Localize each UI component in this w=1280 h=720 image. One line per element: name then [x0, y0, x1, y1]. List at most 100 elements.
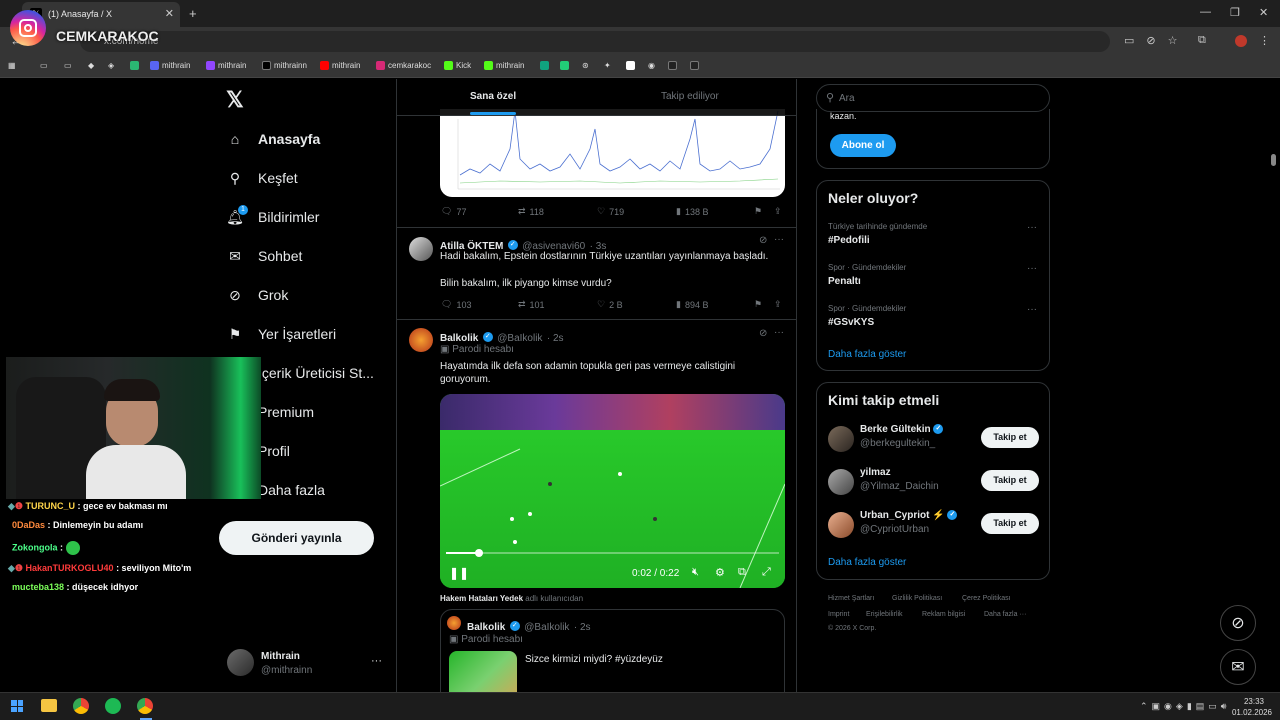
account-name[interactable]: Mithrain — [261, 651, 300, 662]
profile-avatar[interactable] — [1235, 35, 1247, 47]
extensions-icon[interactable]: ⧉ — [1198, 34, 1206, 47]
views-action[interactable]: ▮ 138 B — [676, 206, 708, 217]
bookmark-kick[interactable]: Kick — [444, 61, 471, 70]
nav-notifications[interactable]: 🔔︎ 1 Bildirimler — [226, 205, 319, 226]
bookmark-icon[interactable]: ✦ — [604, 61, 611, 70]
fullscreen-icon[interactable]: ⤢ — [762, 566, 771, 579]
address-bar[interactable]: x.com/home — [80, 31, 1110, 52]
suggested-user-name[interactable]: Berke Gültekin — [860, 424, 931, 435]
apps-icon[interactable]: ▦ — [8, 61, 16, 70]
account-menu-icon[interactable]: ··· — [371, 655, 382, 667]
bookmark-icon[interactable]: ◆ — [88, 61, 94, 70]
reply-action[interactable]: 🗨︎ 103 — [441, 299, 471, 310]
nav-bookmarks[interactable]: ⚑ Yer İşaretleri — [226, 325, 336, 343]
close-tab-icon[interactable]: ✕ — [165, 7, 174, 20]
trend-item[interactable]: Spor · Gündemdekiler Penaltı — [828, 263, 906, 287]
avatar[interactable] — [409, 328, 433, 352]
grok-icon[interactable]: ⊘ — [759, 328, 767, 339]
close-window-icon[interactable]: ✕ — [1259, 6, 1268, 19]
browser-tab[interactable]: 𝕏 (1) Anasayfa / X ✕ — [22, 2, 180, 27]
folder-icon[interactable]: ▭ — [40, 61, 48, 70]
bookmark-action-icon[interactable]: ⚑ — [754, 206, 762, 217]
bookmark-icon[interactable]: ◈ — [108, 61, 114, 70]
bookmark-icon[interactable] — [626, 61, 635, 70]
follow-button[interactable]: Takip et — [981, 427, 1039, 448]
author-handle[interactable]: @BaIkolik — [497, 333, 542, 344]
like-action[interactable]: ♡ 2 B — [597, 299, 623, 310]
share-icon[interactable]: ⇪ — [774, 299, 782, 310]
bookmark-icon[interactable] — [690, 61, 699, 70]
chrome-icon[interactable] — [73, 698, 89, 714]
footer-ads-info[interactable]: Reklam bilgisi — [922, 611, 965, 618]
bookmark-instagram[interactable]: cemkarakoc — [376, 61, 431, 70]
footer-more[interactable]: Daha fazla ··· — [984, 611, 1026, 618]
bookmark-icon[interactable] — [668, 61, 677, 70]
retweet-action[interactable]: ⇄ 118 — [518, 206, 544, 217]
footer-privacy[interactable]: Gizlilik Politikası — [892, 595, 942, 602]
avatar[interactable] — [828, 512, 854, 538]
nav-grok[interactable]: ⊘ Grok — [226, 286, 288, 304]
clock-time[interactable]: 23:33 — [1238, 697, 1270, 706]
grok-icon[interactable]: ⊘ — [759, 235, 767, 246]
avatar[interactable] — [828, 426, 854, 452]
spotify-icon[interactable] — [105, 698, 121, 714]
more-icon[interactable]: ··· — [774, 234, 784, 245]
reply-action[interactable]: 🗨︎ 77 — [441, 206, 466, 217]
more-icon[interactable]: ··· — [774, 327, 784, 338]
bookmark-x[interactable]: mithrainn — [262, 61, 307, 70]
tweet-balkolik[interactable]: Balkolik ✓ @BaIkolik · 2s ⊘ ··· ▣ Parodi… — [397, 320, 796, 699]
bookmark-icon[interactable] — [130, 61, 139, 70]
retweet-action[interactable]: ⇄ 101 — [518, 299, 545, 310]
nav-explore[interactable]: ⚲ Keşfet — [226, 169, 298, 187]
video-player[interactable]: ❚❚ 0:02 / 0:22 🔇︎ ⚙ ⧉ ⤢ — [440, 394, 785, 588]
like-action[interactable]: ♡ 719 — [597, 206, 624, 217]
nav-chat[interactable]: ✉ Sohbet — [226, 247, 302, 265]
maximize-icon[interactable]: ❐ — [1230, 6, 1240, 19]
settings-gear-icon[interactable]: ⚙ — [715, 566, 725, 579]
bookmark-icon[interactable]: ⊛ — [582, 61, 589, 70]
search-input[interactable]: ⚲ Ara — [816, 84, 1050, 112]
footer-cookies[interactable]: Çerez Politikası — [962, 595, 1011, 602]
follow-button[interactable]: Takip et — [981, 470, 1039, 491]
views-action[interactable]: ▮ 894 B — [676, 299, 708, 310]
x-logo-icon[interactable]: 𝕏 — [226, 87, 244, 113]
footer-terms[interactable]: Hizmet Şartları — [828, 595, 874, 602]
trend-more-icon[interactable]: ··· — [1027, 304, 1037, 315]
pause-icon[interactable]: ❚❚ — [449, 566, 469, 580]
bookmark-kick-2[interactable]: mithrain — [484, 61, 524, 70]
avatar[interactable] — [409, 237, 433, 261]
footer-accessibility[interactable]: Erişilebilirlik — [866, 611, 903, 618]
trend-item[interactable]: Spor · Gündemdekiler #GSvKYS — [828, 304, 906, 328]
suggested-user-name[interactable]: Urban_Cypriot ⚡ — [860, 510, 945, 521]
share-icon[interactable]: ⇪ — [774, 206, 782, 217]
author-name[interactable]: Balkolik — [440, 333, 478, 344]
bookmark-discord[interactable]: mithrain — [150, 61, 190, 70]
new-tab-icon[interactable]: + — [189, 6, 197, 21]
menu-icon[interactable]: ⋮ — [1259, 34, 1270, 47]
trend-more-icon[interactable]: ··· — [1027, 263, 1037, 274]
who-show-more-link[interactable]: Daha fazla göster — [828, 557, 906, 568]
minimize-icon[interactable]: — — [1200, 6, 1211, 18]
toolbar-icons[interactable]: ▭⊘☆ — [1124, 34, 1189, 47]
page-scrollbar[interactable] — [1271, 154, 1276, 166]
bookmark-action-icon[interactable]: ⚑ — [754, 299, 762, 310]
tab-following[interactable]: Takip ediliyor — [661, 91, 719, 102]
follow-button[interactable]: Takip et — [981, 513, 1039, 534]
start-icon[interactable] — [11, 700, 23, 712]
account-avatar[interactable] — [227, 649, 254, 676]
trends-show-more-link[interactable]: Daha fazla göster — [828, 349, 906, 360]
bookmark-icon[interactable]: ◉ — [648, 61, 655, 70]
tweet-atilla[interactable]: Atilla ÖKTEM ✓ @asivenavi60 · 3s ⊘ ··· H… — [397, 228, 796, 320]
bookmark-icon[interactable] — [560, 61, 569, 70]
trend-more-icon[interactable]: ··· — [1027, 222, 1037, 233]
pip-icon[interactable]: ⧉ — [738, 566, 746, 579]
tab-for-you[interactable]: Sana özel — [470, 91, 516, 102]
mute-icon[interactable]: 🔇︎ — [692, 566, 699, 579]
chrome-icon[interactable] — [137, 698, 153, 714]
tweet-chart-image[interactable] — [440, 109, 785, 197]
bookmark-icon[interactable] — [540, 61, 549, 70]
file-explorer-icon[interactable] — [41, 699, 57, 712]
system-tray-icons[interactable]: ⌃▣◉◈▮▤▭🔊︎ — [1140, 701, 1230, 712]
clock-date[interactable]: 01.02.2026 — [1228, 708, 1276, 717]
messages-fab[interactable]: ✉ — [1220, 649, 1256, 685]
